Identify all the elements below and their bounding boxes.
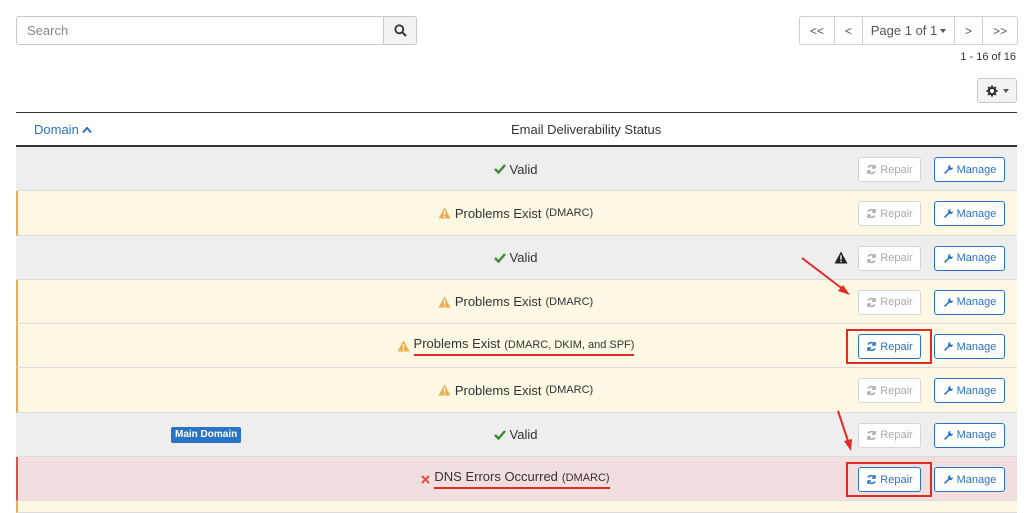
refresh-icon <box>867 342 877 352</box>
repair-button[interactable]: Repair <box>858 378 921 404</box>
refresh-icon <box>867 164 877 175</box>
refresh-icon <box>867 209 877 219</box>
repair-label: Repair <box>880 163 913 176</box>
status-detail: (DMARC) <box>545 295 594 308</box>
chevron-down-icon <box>1002 88 1009 93</box>
manage-button[interactable]: Manage <box>934 245 1005 271</box>
refresh-icon <box>867 297 877 307</box>
manage-button[interactable]: Manage <box>934 378 1005 404</box>
status-detail: (DMARC) <box>545 207 594 220</box>
wrench-icon <box>943 342 953 352</box>
manage-button[interactable]: Manage <box>934 334 1005 360</box>
domains-table: Domain Email Deliverability Status Valid… <box>16 112 1017 513</box>
manage-label: Manage <box>956 252 997 265</box>
repair-label: Repair <box>880 384 913 397</box>
repair-button[interactable]: Repair <box>858 289 921 315</box>
warning-icon <box>438 207 451 219</box>
annotation-arrow <box>837 410 852 451</box>
table-row: Main Domain Valid Repair Manage <box>16 410 1017 458</box>
repair-label: Repair <box>880 429 913 442</box>
repair-button[interactable]: Repair <box>858 422 921 448</box>
page-label: Page 1 of 1 <box>870 23 938 38</box>
settings-button[interactable] <box>977 78 1017 103</box>
status-detail: (DMARC) <box>545 384 594 397</box>
status-text: Valid <box>509 161 538 177</box>
manage-label: Manage <box>956 473 997 486</box>
status-column-label: Email Deliverability Status <box>511 122 662 137</box>
repair-label: Repair <box>880 473 913 486</box>
refresh-icon <box>867 430 877 440</box>
manage-button[interactable]: Manage <box>934 157 1005 182</box>
repair-button[interactable]: Repair <box>858 334 921 360</box>
wrench-icon <box>943 386 953 396</box>
table-row: Valid Repair Manage <box>16 147 1017 192</box>
repair-label: Repair <box>880 252 913 265</box>
manage-label: Manage <box>956 296 997 309</box>
repair-label: Repair <box>880 340 913 353</box>
table-row: Problems Exist (DMARC) Repair Manage <box>16 368 1017 413</box>
manage-button[interactable]: Manage <box>934 467 1005 493</box>
wrench-icon <box>943 165 953 174</box>
repair-label: Repair <box>880 296 913 309</box>
page-select[interactable]: Page 1 of 1 <box>862 16 955 45</box>
check-icon <box>493 429 506 440</box>
table-row: Problems Exist (DMARC, DKIM, and SPF) Rep… <box>16 324 1017 369</box>
repair-button[interactable]: Repair <box>858 245 921 271</box>
prev-page-button[interactable]: < <box>834 16 863 45</box>
wrench-icon <box>943 297 953 307</box>
search-input[interactable] <box>16 16 383 45</box>
error-x-icon <box>421 474 431 484</box>
table-row: Problems Exist (DMARC) Repair Manage <box>16 191 1017 236</box>
manage-label: Manage <box>956 384 997 397</box>
status-detail: (DMARC) <box>561 472 610 485</box>
manage-label: Manage <box>956 163 997 176</box>
first-page-button[interactable]: << <box>799 16 835 45</box>
manage-label: Manage <box>956 207 997 220</box>
manage-button[interactable]: Manage <box>934 201 1005 227</box>
wrench-icon <box>943 209 953 219</box>
wrench-icon <box>943 253 953 263</box>
repair-button[interactable]: Repair <box>858 467 921 493</box>
table-header: Domain Email Deliverability Status <box>16 113 1017 147</box>
check-icon <box>493 164 506 174</box>
warning-icon <box>438 296 451 308</box>
search-button[interactable] <box>383 16 417 45</box>
status-text: Valid <box>509 250 538 266</box>
repair-label: Repair <box>880 207 913 220</box>
search-bar <box>16 16 417 45</box>
annotation-arrow <box>801 257 850 295</box>
refresh-icon <box>867 386 877 396</box>
gear-icon <box>986 85 997 96</box>
manage-button[interactable]: Manage <box>934 289 1005 315</box>
status-detail: (DMARC, DKIM, and SPF) <box>504 339 635 352</box>
manage-label: Manage <box>956 429 997 442</box>
repair-button[interactable]: Repair <box>858 201 921 227</box>
status-text: Problems Exist <box>454 205 542 221</box>
pagination: << < Page 1 of 1 > >> <box>799 16 1018 45</box>
status-text: DNS Errors Occurred <box>434 469 558 485</box>
status-text: Problems Exist <box>454 294 542 310</box>
table-row <box>16 501 1017 513</box>
status-text: Valid <box>509 427 538 443</box>
results-count: 1 - 16 of 16 <box>960 51 1016 63</box>
manage-button[interactable]: Manage <box>934 422 1005 448</box>
check-icon <box>493 252 506 263</box>
refresh-icon <box>867 475 877 485</box>
last-page-button[interactable]: >> <box>982 16 1018 45</box>
table-row: Problems Exist (DMARC) Repair Manage <box>16 257 1017 325</box>
search-icon <box>393 24 407 37</box>
refresh-icon <box>867 253 877 263</box>
status-text: Problems Exist <box>454 382 542 398</box>
chevron-down-icon <box>940 28 947 33</box>
warning-icon <box>438 384 451 396</box>
next-page-button[interactable]: > <box>954 16 983 45</box>
repair-button[interactable]: Repair <box>858 157 921 182</box>
warning-icon <box>397 340 410 352</box>
wrench-icon <box>943 475 953 485</box>
manage-label: Manage <box>956 340 997 353</box>
wrench-icon <box>943 430 953 440</box>
table-row: Valid Repair Manage <box>16 235 1017 280</box>
status-text: Problems Exist <box>413 336 501 352</box>
table-row: DNS Errors Occurred (DMARC) Repair Manage <box>16 457 1017 502</box>
